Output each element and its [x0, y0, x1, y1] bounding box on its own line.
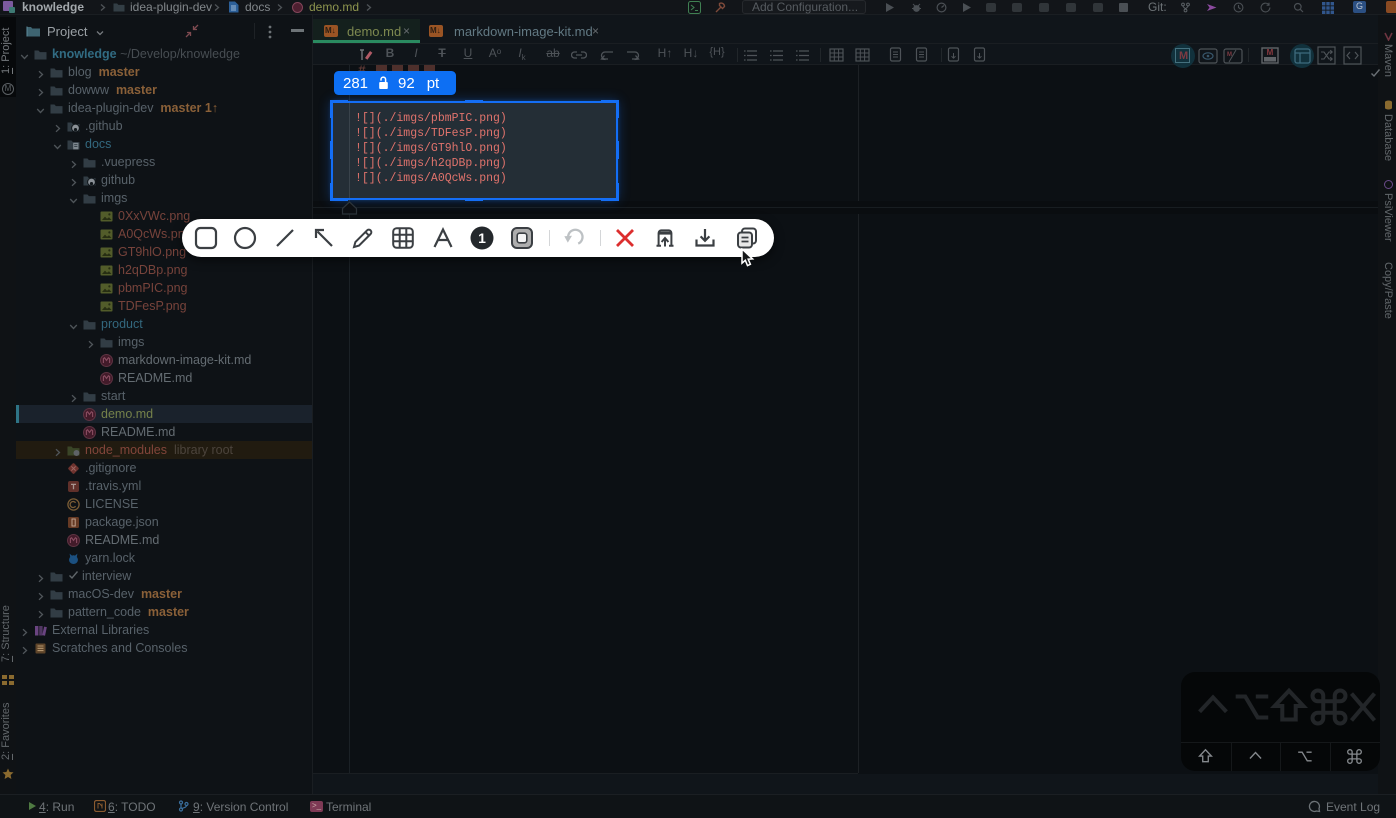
svg-text:M: M — [1267, 48, 1274, 57]
svg-text:1: 1 — [478, 230, 486, 246]
svg-text:M: M — [1227, 52, 1232, 58]
